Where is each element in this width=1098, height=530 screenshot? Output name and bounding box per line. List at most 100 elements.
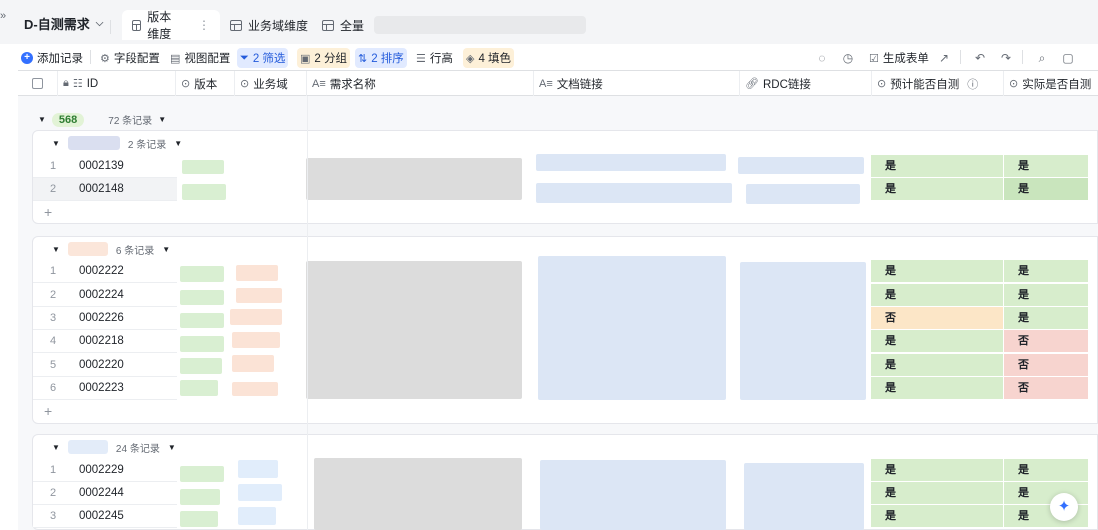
field-config-button[interactable]: ⚙ 字段配置 [97, 48, 163, 68]
collapse-triangle-icon[interactable]: ▼ [52, 139, 60, 148]
expected-cell[interactable]: 是 [871, 260, 1003, 282]
header-doc-link[interactable]: A≡ 文档链接 [534, 71, 740, 96]
header-actual-self-test[interactable]: ⊙ 实际是否自测 [1004, 71, 1098, 96]
domain-cell-blurred[interactable] [238, 460, 278, 478]
generate-form-button[interactable]: ☑ 生成表单 [866, 48, 932, 68]
version-cell-blurred[interactable] [182, 160, 224, 174]
undo-icon[interactable]: ↶ [972, 50, 988, 66]
version-cell-blurred[interactable] [180, 336, 224, 352]
expected-cell[interactable]: 是 [871, 459, 1003, 481]
domain-cell-blurred[interactable] [236, 265, 278, 281]
dropdown-triangle-icon[interactable]: ▼ [162, 245, 170, 254]
header-id[interactable]: 🔒︎ ☷ ID [58, 71, 176, 96]
expected-cell[interactable]: 是 [871, 284, 1003, 306]
info-icon[interactable]: ⓘ [967, 76, 978, 92]
row-height-button[interactable]: ☰ 行高 [413, 48, 456, 68]
app-title[interactable]: D-自测需求 ⌵ [24, 14, 103, 33]
expected-cell[interactable]: 是 [871, 505, 1003, 527]
subgroup-header[interactable]: ▼ 6 条记录 ▼ [52, 238, 170, 260]
rdc-link-blurred[interactable] [738, 157, 864, 174]
version-cell-blurred[interactable] [180, 489, 220, 505]
rdc-link-blurred[interactable] [744, 463, 864, 530]
req-name-blurred[interactable] [306, 261, 522, 399]
table-row[interactable]: 1 0002139 [33, 155, 177, 178]
version-cell-blurred[interactable] [180, 313, 224, 328]
add-row-icon[interactable]: + [44, 403, 52, 419]
actual-cell[interactable]: 是 [1004, 178, 1088, 200]
tab-all[interactable]: 全量 [312, 10, 374, 40]
doc-link-blurred[interactable] [536, 183, 732, 203]
dropdown-triangle-icon[interactable]: ▼ [174, 139, 182, 148]
history-icon[interactable]: ◷ [840, 50, 856, 66]
select-all-cell[interactable] [18, 71, 58, 96]
version-cell-blurred[interactable] [182, 184, 226, 200]
expected-cell[interactable]: 是 [871, 155, 1003, 177]
table-row[interactable]: 2 0002244 [33, 482, 177, 505]
domain-cell-blurred[interactable] [232, 382, 278, 396]
doc-link-blurred[interactable] [536, 154, 726, 171]
version-cell-blurred[interactable] [180, 290, 224, 305]
share-icon[interactable]: ↗ [936, 50, 952, 66]
actual-cell[interactable]: 是 [1004, 155, 1088, 177]
domain-cell-blurred[interactable] [232, 355, 274, 372]
select-all-checkbox[interactable] [32, 78, 43, 89]
subgroup-header[interactable]: ▼ 24 条记录 ▼ [52, 436, 176, 458]
loading-icon[interactable]: ◌ [814, 50, 830, 66]
rdc-link-blurred[interactable] [746, 184, 860, 204]
more-vertical-icon[interactable]: ⋮ [198, 18, 210, 32]
table-row[interactable]: 4 0002218 [33, 330, 177, 353]
expected-cell[interactable]: 否 [871, 307, 1003, 329]
header-version[interactable]: ⊙ 版本 [176, 71, 235, 96]
collapse-triangle-icon[interactable]: ▼ [52, 443, 60, 452]
collapse-triangle-icon[interactable]: ▼ [38, 115, 46, 124]
group-header[interactable]: ▼ 568 72 条记录 ▼ [38, 112, 166, 127]
expected-cell[interactable]: 是 [871, 354, 1003, 376]
group-button[interactable]: ▣ 2 分组 [297, 48, 350, 68]
table-row[interactable]: 5 0002220 [33, 354, 177, 377]
redo-icon[interactable]: ↷ [998, 50, 1014, 66]
actual-cell[interactable]: 否 [1004, 330, 1088, 352]
actual-cell[interactable]: 是 [1004, 260, 1088, 282]
version-cell-blurred[interactable] [180, 266, 224, 282]
table-row[interactable]: 2 0002148 [33, 178, 177, 201]
table-row[interactable]: 1 0002229 [33, 459, 177, 482]
search-icon[interactable]: ⌕ [1034, 50, 1050, 66]
doc-link-blurred[interactable] [538, 256, 726, 400]
sort-button[interactable]: ⇅ 2 排序 [355, 48, 407, 68]
domain-cell-blurred[interactable] [230, 309, 282, 325]
version-cell-blurred[interactable] [180, 466, 224, 482]
rdc-link-blurred[interactable] [740, 262, 866, 400]
ai-assistant-button[interactable]: ✦ [1050, 493, 1078, 521]
expected-cell[interactable]: 是 [871, 482, 1003, 504]
header-expected-self-test[interactable]: ⊙ 预计能否自测 ⓘ [872, 71, 1004, 96]
expected-cell[interactable]: 是 [871, 377, 1003, 399]
table-row[interactable]: 2 0002224 [33, 284, 177, 307]
table-row[interactable]: 3 0002245 [33, 505, 177, 528]
expected-cell[interactable]: 是 [871, 330, 1003, 352]
expand-sidebar-icon[interactable]: » [0, 10, 14, 30]
tab-domain-dimension[interactable]: 业务域维度 [220, 10, 318, 40]
dropdown-triangle-icon[interactable]: ▼ [158, 115, 166, 124]
fill-color-button[interactable]: ◈ 4 填色 [463, 48, 515, 68]
version-cell-blurred[interactable] [180, 358, 222, 374]
req-name-blurred[interactable] [314, 458, 522, 530]
table-row[interactable]: 1 0002222 [33, 260, 177, 283]
expected-cell[interactable]: 是 [871, 178, 1003, 200]
table-row[interactable]: 3 0002226 [33, 307, 177, 330]
header-rdc-link[interactable]: 🔗︎ RDC链接 [740, 71, 872, 96]
add-row-icon[interactable]: + [44, 204, 52, 220]
tab-version-dimension[interactable]: 版本维度 ⋮ [122, 10, 220, 41]
actual-cell[interactable]: 是 [1004, 307, 1088, 329]
blurred-tab[interactable] [374, 16, 586, 34]
version-cell-blurred[interactable] [180, 511, 218, 527]
actual-cell[interactable]: 否 [1004, 354, 1088, 376]
filter-button[interactable]: ⏷ 2 筛选 [237, 48, 289, 68]
comment-icon[interactable]: ▢ [1060, 50, 1076, 66]
table-row[interactable]: 6 0002223 [33, 377, 177, 400]
domain-cell-blurred[interactable] [236, 288, 282, 303]
actual-cell[interactable]: 是 [1004, 284, 1088, 306]
actual-cell[interactable]: 否 [1004, 377, 1088, 399]
header-domain[interactable]: ⊙ 业务域 [235, 71, 307, 96]
domain-cell-blurred[interactable] [238, 484, 282, 501]
subgroup-header[interactable]: ▼ 2 条记录 ▼ [52, 132, 182, 154]
